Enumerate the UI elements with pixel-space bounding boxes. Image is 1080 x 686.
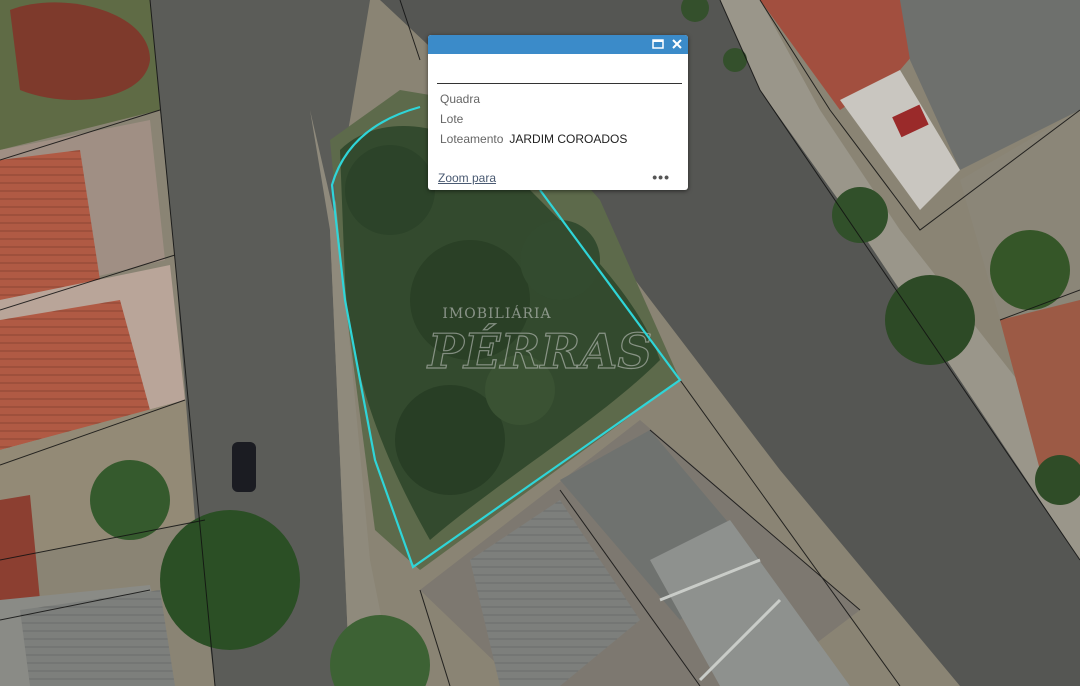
watermark-line2: PÉRRAS: [426, 323, 652, 380]
attribute-label: Loteamento: [440, 132, 504, 146]
attribute-label: Quadra: [440, 92, 481, 106]
feature-popup: Quadra Lote Loteamento JARDIM COROADOS Zo…: [428, 35, 688, 190]
attribute-label: Lote: [440, 112, 464, 126]
popup-header: [428, 35, 688, 54]
attribute-lote: Lote: [440, 112, 469, 126]
maximize-icon[interactable]: [650, 36, 666, 52]
attribute-loteamento: Loteamento JARDIM COROADOS: [440, 132, 627, 146]
popup-title-row: [437, 59, 682, 84]
watermark-line1: IMOBILIÁRIA: [442, 304, 551, 322]
zoom-to-link[interactable]: Zoom para: [438, 171, 496, 185]
attribute-value: JARDIM COROADOS: [509, 132, 628, 146]
more-actions-icon[interactable]: •••: [652, 169, 670, 185]
attribute-quadra: Quadra: [440, 92, 486, 106]
close-icon[interactable]: [669, 36, 685, 52]
